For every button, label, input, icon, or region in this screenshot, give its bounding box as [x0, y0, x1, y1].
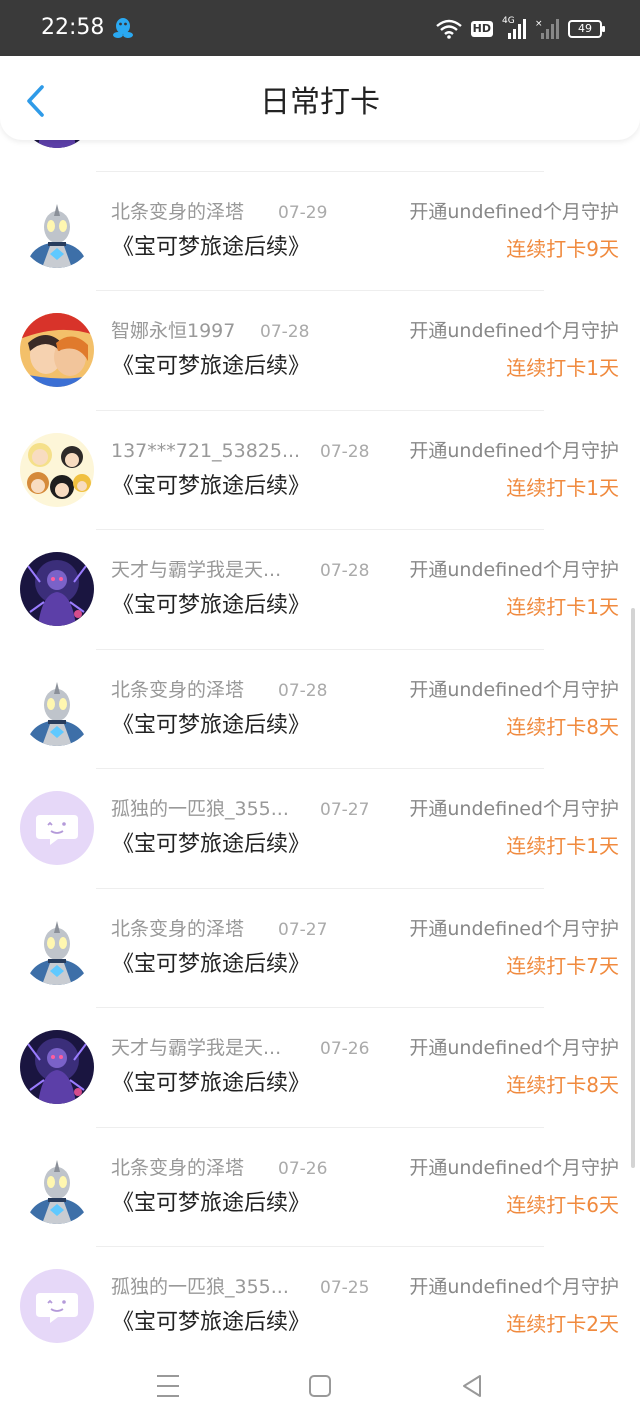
book-title[interactable]: 《宝可梦旅途后续》: [112, 233, 310, 263]
checkin-row[interactable]: 137***721_53825... 07-28 《宝可梦旅途后续》 开通undefi…: [0, 411, 640, 531]
streak-count: 连续打卡1天: [506, 356, 619, 380]
scrollbar[interactable]: [631, 608, 635, 1168]
checkin-date: 07-28: [320, 561, 370, 581]
hd-badge: HD: [470, 21, 493, 37]
checkin-row[interactable]: 智娜永恒1997 07-28 《宝可梦旅途后续》 开通undefined个月守护连续打…: [0, 291, 640, 411]
svg-text:×: ×: [535, 19, 543, 29]
dark-art-avatar-icon[interactable]: [20, 1030, 94, 1104]
streak-count: 连续打卡7天: [506, 953, 619, 978]
user-name[interactable]: 孤独的一匹狼_355...: [111, 796, 289, 822]
guard-status: 开通undefined个月守护: [409, 320, 619, 342]
checkin-row[interactable]: 北条变身的泽塔 07-26 《宝可梦旅途后续》 开通undefined个月守护连续打卡…: [0, 1128, 640, 1248]
checkin-date: 07-26: [320, 1039, 370, 1059]
checkin-date: 07-26: [278, 1158, 328, 1179]
streak-count: 连续打卡6天: [506, 1192, 619, 1217]
checkin-row[interactable]: 北条变身的泽塔 07-28 《宝可梦旅途后续》 开通undefined个月守护连续打卡…: [0, 650, 640, 770]
streak-count: 连续打卡8天: [506, 714, 619, 739]
ultraman-avatar-icon[interactable]: [20, 193, 94, 268]
checkin-date: 07-29: [278, 202, 328, 223]
page-title: 日常打卡: [260, 85, 380, 120]
guard-status: 开通undefined个月守护: [409, 678, 619, 701]
checkin-row[interactable]: 孤独的一匹狼_355... 07-25 《宝可梦旅途后续》 开通undefined个月…: [0, 1247, 640, 1350]
book-title[interactable]: 《宝可梦旅途后续》: [112, 472, 310, 502]
book-title[interactable]: 《宝可梦旅途后续》: [112, 591, 310, 621]
user-name[interactable]: 北条变身的泽塔: [111, 677, 244, 703]
user-name[interactable]: 北条变身的泽塔: [111, 199, 244, 225]
checkin-date: 07-28: [260, 322, 310, 342]
streak-count: 连续打卡1天: [506, 595, 619, 619]
checkin-date: 07-27: [278, 919, 328, 940]
checkin-row[interactable]: 孤独的一匹狼_355... 07-27 《宝可梦旅途后续》 开通undefined个月…: [0, 769, 640, 889]
checkin-date: 07-28: [320, 441, 370, 462]
ultraman-avatar-icon[interactable]: [20, 1149, 94, 1224]
checkin-date: 07-28: [278, 680, 328, 701]
user-name[interactable]: 天才与霸学我是天...: [111, 1035, 281, 1061]
book-title[interactable]: 《宝可梦旅途后续》: [112, 140, 310, 143]
guard-status: 开通undefined个月守护: [409, 200, 619, 223]
checkin-date: 07-27: [320, 800, 370, 820]
checkin-row[interactable]: 天才与霸学我是天... 07-28 《宝可梦旅途后续》 开通undefined个月守护…: [0, 530, 640, 650]
checkin-row[interactable]: 天才与霸学我是天... 07-26 《宝可梦旅途后续》 开通undefined个月守护…: [0, 1008, 640, 1128]
home-square-icon[interactable]: [300, 1366, 340, 1406]
ultraman-avatar-icon[interactable]: [20, 671, 94, 746]
streak-count: 连续打卡2天: [506, 1312, 619, 1336]
qq-penguin-icon: [113, 18, 133, 38]
user-name[interactable]: 天才与霸学我是天...: [111, 557, 281, 583]
book-title[interactable]: 《宝可梦旅途后续》: [112, 1189, 310, 1219]
book-title[interactable]: 《宝可梦旅途后续》: [112, 830, 310, 860]
streak-count: 连续打卡1天: [506, 475, 619, 500]
system-nav-bar: [0, 1350, 640, 1422]
checkin-list-content: 《宝可梦旅途后续》连续打卡1天北条变身的泽塔07-29《宝可梦旅途后续》开通un…: [0, 140, 640, 1350]
guard-status: 开通undefined个月守护: [409, 1156, 619, 1179]
default-chat-avatar-icon[interactable]: [20, 1269, 94, 1343]
checkin-date: 07-25: [320, 1278, 370, 1298]
book-title[interactable]: 《宝可梦旅途后续》: [112, 1308, 310, 1338]
anime-group-avatar-icon[interactable]: [20, 432, 94, 507]
user-name[interactable]: 北条变身的泽塔: [111, 1155, 244, 1181]
menu-icon[interactable]: [148, 1366, 188, 1406]
guard-status: 开通undefined个月守护: [409, 559, 619, 581]
default-chat-avatar-icon[interactable]: [20, 791, 94, 865]
streak-count: 连续打卡1天: [506, 140, 619, 143]
user-name[interactable]: 孤独的一匹狼_355...: [111, 1274, 289, 1300]
user-name[interactable]: 137***721_53825...: [111, 438, 300, 464]
user-name[interactable]: 北条变身的泽塔: [111, 916, 244, 942]
streak-count: 连续打卡8天: [506, 1073, 619, 1097]
book-title[interactable]: 《宝可梦旅途后续》: [112, 711, 310, 741]
dark-art-avatar-icon[interactable]: [20, 552, 94, 626]
guard-status: 开通undefined个月守护: [409, 1037, 619, 1059]
battery-icon: 49: [568, 20, 605, 38]
ultraman-avatar-icon[interactable]: [20, 910, 94, 985]
checkin-row[interactable]: 北条变身的泽塔 07-27 《宝可梦旅途后续》 开通undefined个月守护连续打卡…: [0, 889, 640, 1009]
checkin-list[interactable]: 《宝可梦旅途后续》连续打卡1天北条变身的泽塔07-29《宝可梦旅途后续》开通un…: [0, 140, 640, 1350]
title-bar: 日常打卡: [0, 56, 640, 140]
streak-count: 连续打卡1天: [506, 834, 619, 858]
checkin-row[interactable]: 《宝可梦旅途后续》 连续打卡1天: [0, 140, 640, 172]
status-time: 22:58: [41, 15, 105, 40]
book-title[interactable]: 《宝可梦旅途后续》: [112, 352, 310, 382]
guard-status: 开通undefined个月守护: [409, 917, 619, 940]
signal-4g-icon: 4G: [502, 16, 526, 40]
book-title[interactable]: 《宝可梦旅途后续》: [112, 1069, 310, 1099]
battery-level: 49: [578, 22, 592, 35]
signal-no-service-icon: ×: [535, 19, 559, 39]
back-triangle-icon[interactable]: [452, 1366, 492, 1406]
checkin-row[interactable]: 北条变身的泽塔 07-29 《宝可梦旅途后续》 开通undefined个月守护连续打卡…: [0, 172, 640, 292]
guard-status: 开通undefined个月守护: [409, 798, 619, 820]
wifi-icon: [435, 19, 462, 39]
guard-status: 开通undefined个月守护: [409, 439, 619, 462]
status-bar: 22:58 HD 4G × 49: [0, 0, 640, 56]
anime-couple-avatar-icon[interactable]: [20, 313, 94, 387]
guard-status: 开通undefined个月守护: [409, 1276, 619, 1298]
dark-art-avatar-icon[interactable]: [20, 140, 94, 148]
streak-count: 连续打卡9天: [506, 236, 619, 261]
book-title[interactable]: 《宝可梦旅途后续》: [112, 950, 310, 980]
user-name[interactable]: 智娜永恒1997: [111, 318, 235, 344]
